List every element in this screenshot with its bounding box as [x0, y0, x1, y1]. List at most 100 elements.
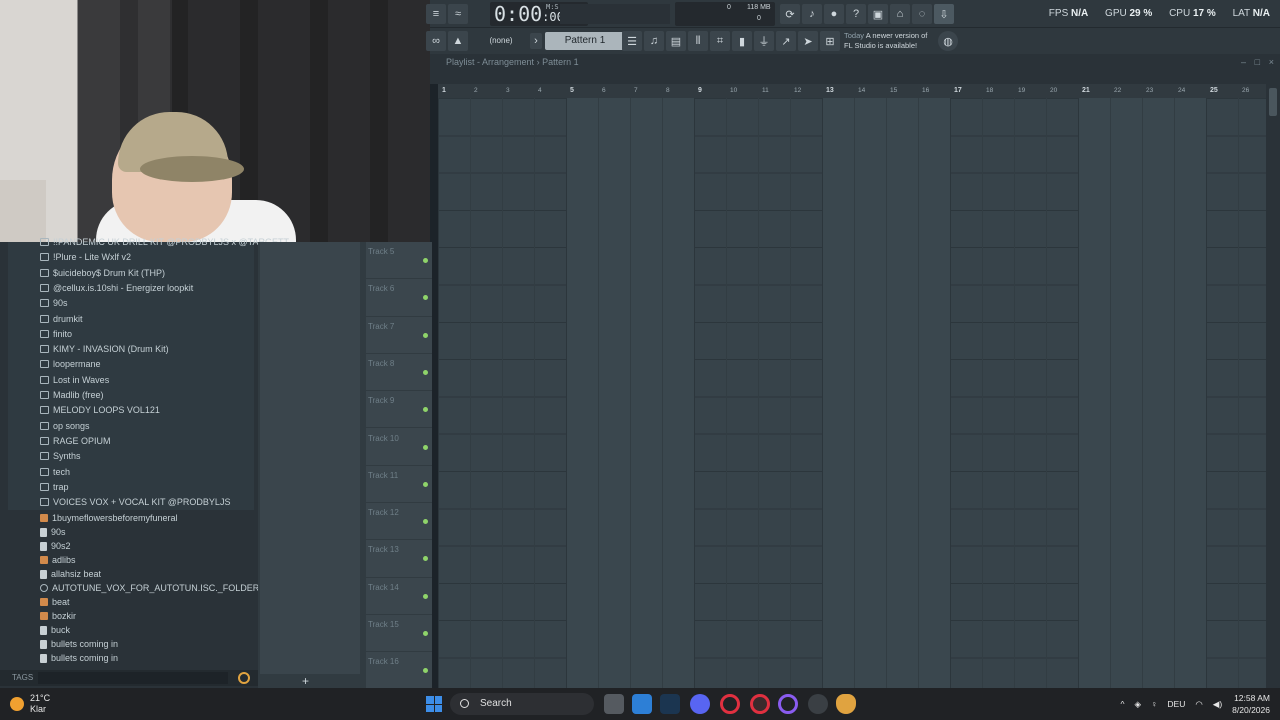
browser-file[interactable]: bozkir	[40, 609, 76, 623]
opera-gx-icon[interactable]	[750, 694, 770, 714]
chat-icon[interactable]: ◌	[912, 4, 932, 24]
save-icon[interactable]: ▣	[868, 4, 888, 24]
track-mute-led[interactable]	[423, 668, 428, 674]
track-header[interactable]: Track 12	[366, 503, 432, 541]
track-mute-led[interactable]	[423, 519, 428, 525]
browser-folder[interactable]: RAGE OPIUM	[40, 434, 111, 448]
tags-input[interactable]	[38, 672, 228, 684]
plugin-icon[interactable]: ⌗	[710, 31, 730, 51]
maximize-icon[interactable]: □	[1255, 54, 1260, 70]
wifi-icon[interactable]: ◠	[1195, 699, 1202, 710]
help-icon[interactable]: ?	[846, 4, 866, 24]
browser-file[interactable]: 90s2	[40, 539, 71, 553]
add-channel-icon[interactable]: +	[302, 674, 309, 688]
browser-file[interactable]: adlibs	[40, 553, 76, 567]
arrow-right-icon[interactable]: ›	[530, 33, 542, 49]
browser-folder[interactable]: tech	[40, 465, 70, 479]
search-icon[interactable]	[238, 672, 250, 684]
plug-icon[interactable]: ⏚	[754, 31, 774, 51]
track-header[interactable]: Track 6	[366, 279, 432, 317]
track-header[interactable]: Track 15	[366, 615, 432, 653]
loop-icon[interactable]: ⟳	[780, 4, 800, 24]
clock[interactable]: 12:58 AM 8/20/2026	[1232, 692, 1270, 716]
update-notice[interactable]: Today A newer version of FL Studio is av…	[844, 31, 944, 51]
browser-folder[interactable]: !Plure - Lite Wxlf v2	[40, 250, 131, 264]
track-mute-led[interactable]	[423, 593, 428, 599]
link-icon[interactable]: ∞	[426, 31, 446, 51]
browser-file[interactable]: 90s	[40, 525, 66, 539]
track-mute-led[interactable]	[423, 444, 428, 450]
browser-folder[interactable]: KIMY - INVASION (Drum Kit)	[40, 342, 169, 356]
metronome-icon[interactable]: ♪	[802, 4, 822, 24]
track-header[interactable]: Track 5	[366, 242, 432, 280]
browser-folder[interactable]: MELODY LOOPS VOL121	[40, 403, 160, 417]
tray-chevron-icon[interactable]: ^	[1121, 699, 1125, 709]
playlist-icon[interactable]: ☰	[622, 31, 642, 51]
browser-file[interactable]: 1buymeflowersbeforemyfuneral	[40, 511, 178, 525]
windows-start-icon[interactable]	[426, 696, 442, 712]
track-header[interactable]: Track 16	[366, 652, 432, 690]
browser-folder[interactable]: @cellux.is.10shi - Energizer loopkit	[40, 281, 193, 295]
browser-folder[interactable]: 90s	[40, 296, 68, 310]
mic-tray-icon[interactable]: ♀	[1151, 699, 1157, 709]
usb-icon[interactable]: ⌂	[890, 4, 910, 24]
render-icon[interactable]: ➤	[798, 31, 818, 51]
download-icon[interactable]: ⇩	[934, 4, 954, 24]
language-indicator[interactable]: DEU	[1167, 699, 1185, 709]
track-mute-led[interactable]	[423, 556, 428, 562]
browser-folder[interactable]: !!PANDEMIC UK DRILL KIT @PRODBYLJS x @TA…	[40, 235, 289, 249]
browser-file[interactable]: buck	[40, 623, 70, 637]
opera-icon[interactable]	[720, 694, 740, 714]
arrangement-grid[interactable]	[438, 98, 1266, 688]
tempo-icon[interactable]: ↗	[776, 31, 796, 51]
close-icon[interactable]: ×	[1269, 54, 1274, 70]
browser-folder[interactable]: $uicideboy$ Drum Kit (THP)	[40, 266, 165, 280]
browser-folder[interactable]: Lost in Waves	[40, 373, 109, 387]
volume-icon[interactable]: ◀)	[1213, 699, 1222, 710]
track-header[interactable]: Track 14	[366, 578, 432, 615]
browser-folder[interactable]: loopermane	[40, 357, 101, 371]
track-header[interactable]: Track 9	[366, 391, 432, 429]
cart-icon[interactable]: ⊞	[820, 31, 840, 51]
track-mute-led[interactable]	[423, 295, 428, 301]
minimize-icon[interactable]: –	[1241, 54, 1246, 70]
track-mute-led[interactable]	[423, 631, 428, 636]
stamp-icon[interactable]: ▲	[448, 31, 468, 51]
track-header[interactable]: Track 11	[366, 466, 432, 504]
browser-folder[interactable]: op songs	[40, 419, 90, 433]
weather-widget[interactable]: 21°C Klar	[10, 693, 50, 715]
track-mute-led[interactable]	[423, 407, 428, 413]
track-mute-led[interactable]	[423, 258, 428, 263]
browser-file[interactable]: bullets coming in	[40, 651, 118, 665]
time-ruler[interactable]: 1 2 3 4 5 6 7 8 9 10 11 12 13 14 15 16 17 18 19 20 21 22 23 24 2…	[438, 84, 1266, 98]
track-mute-led[interactable]	[423, 369, 428, 375]
browser-folder[interactable]: VOICES VOX + VOCAL KIT @PRODBYLJS	[40, 495, 230, 509]
taskbar-search[interactable]: Search	[450, 693, 594, 715]
globe-icon[interactable]: ◍	[938, 31, 958, 51]
track-mute-led[interactable]	[423, 332, 428, 338]
pattern-selector[interactable]: Pattern 1	[545, 32, 625, 50]
explorer-icon[interactable]	[632, 694, 652, 714]
track-header[interactable]: Track 7	[366, 317, 432, 354]
mixer-icon[interactable]: ⫴	[688, 31, 708, 51]
browser-icon[interactable]: ▮	[732, 31, 752, 51]
browser-folder[interactable]: finito	[40, 327, 72, 341]
browser-file[interactable]: allahsiz beat	[40, 567, 101, 581]
browser-file[interactable]: bullets coming in	[40, 637, 118, 651]
browser-folder[interactable]: Madlib (free)	[40, 388, 104, 402]
discord-icon[interactable]	[690, 694, 710, 714]
taskview-icon[interactable]	[604, 694, 624, 714]
wave-icon[interactable]: ≈	[448, 4, 468, 24]
obs-icon[interactable]	[808, 694, 828, 714]
vertical-scrollbar[interactable]	[1266, 84, 1280, 688]
steam-icon[interactable]	[660, 694, 680, 714]
app-circle-icon[interactable]	[778, 694, 798, 714]
piano-roll-icon[interactable]: ♫	[644, 31, 664, 51]
track-header[interactable]: Track 13	[366, 540, 432, 578]
channel-none-select[interactable]: (none)	[480, 34, 522, 48]
browser-folder[interactable]: drumkit	[40, 312, 83, 326]
track-header[interactable]: Track 8	[366, 354, 432, 392]
menu-icon[interactable]: ≡	[426, 4, 446, 24]
channel-rack-icon[interactable]: ▤	[666, 31, 686, 51]
scroll-thumb[interactable]	[1269, 88, 1277, 116]
